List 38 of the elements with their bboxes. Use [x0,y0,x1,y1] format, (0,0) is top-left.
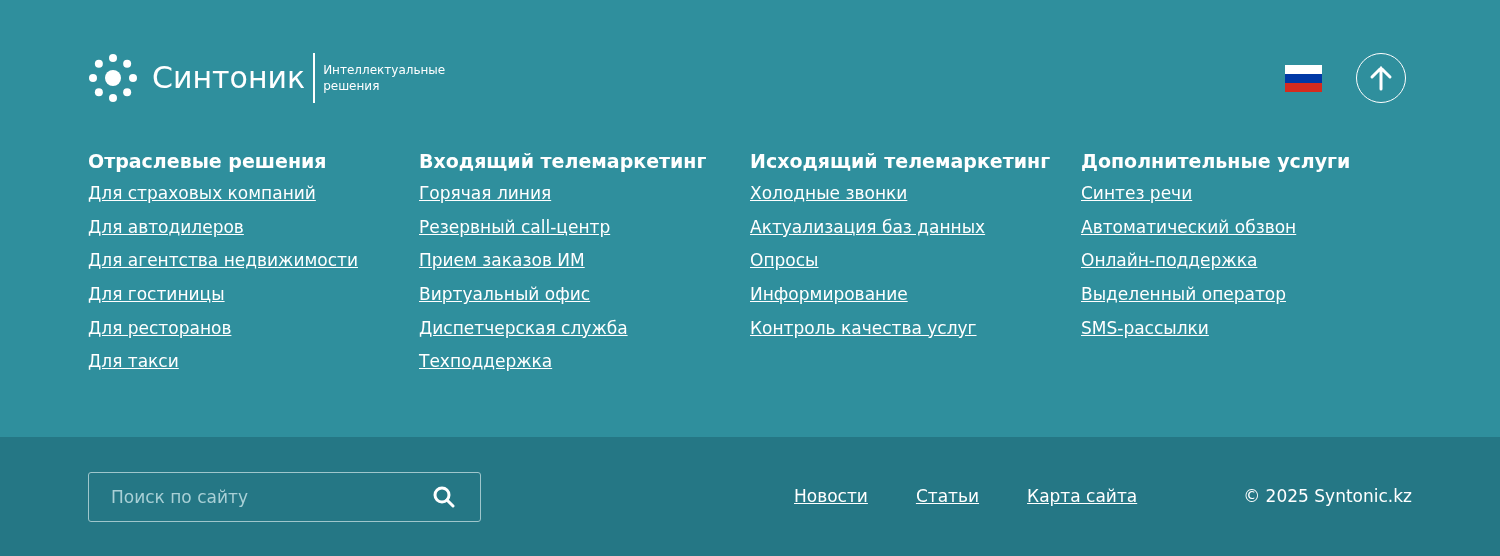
footer-link[interactable]: Карта сайта [1027,483,1138,510]
footer-link[interactable]: Горячая линия [419,181,552,205]
footer-link[interactable]: Контроль качества услуг [750,315,977,340]
footer-link[interactable]: Автоматический обзвон [1081,214,1297,239]
footer-link[interactable]: Для агентства недвижимости [88,248,358,273]
footer-link[interactable]: Прием заказов ИМ [419,248,585,273]
footer-link[interactable]: Онлайн-поддержка [1081,248,1258,273]
footer-link[interactable]: Для автодилеров [88,214,244,239]
footer-link[interactable]: Техподдержка [419,349,553,374]
footer-link[interactable]: Информирование [750,282,908,307]
column-heading: Исходящий телемаркетинг [750,149,1051,174]
flag-icon[interactable] [1285,64,1322,92]
footer-link[interactable]: Виртуальный офис [419,282,591,307]
footer-link[interactable]: Новости [794,483,868,510]
arrow-up-icon [1368,65,1394,91]
footer-link[interactable]: Для гостиницы [88,282,225,307]
footer-link[interactable]: Для такси [88,349,179,374]
footer-link[interactable]: Резервный call-центр [419,214,611,239]
column-heading: Отраслевые решения [88,149,327,174]
footer-link[interactable]: Для страховых компаний [88,181,316,205]
footer-link[interactable]: Выделенный оператор [1081,282,1286,307]
footer-link[interactable]: SMS-рассылки [1081,315,1209,340]
search-field[interactable]: Поиск по сайту [88,471,481,522]
footer-link[interactable]: Опросы [750,248,819,273]
footer-link[interactable]: Для ресторанов [88,315,232,340]
search-icon[interactable] [433,485,455,508]
logo-tagline: Интеллектуальные решения [323,62,447,94]
logo-name: Синтоник [152,63,306,93]
footer-link[interactable]: Холодные звонки [750,181,908,205]
copyright: © 2025 Syntonic.kz [1243,484,1412,508]
column-heading: Входящий телемаркетинг [419,149,707,174]
footer-link[interactable]: Статьи [915,483,980,510]
logo-icon [88,52,138,104]
scroll-top-button[interactable] [1356,53,1406,103]
footer-link[interactable]: Актуализация баз данных [750,214,986,239]
footer-link[interactable]: Диспетчерская служба [419,315,628,340]
footer-link[interactable]: Синтез речи [1081,181,1193,205]
column-heading: Дополнительные услуги [1081,149,1351,174]
